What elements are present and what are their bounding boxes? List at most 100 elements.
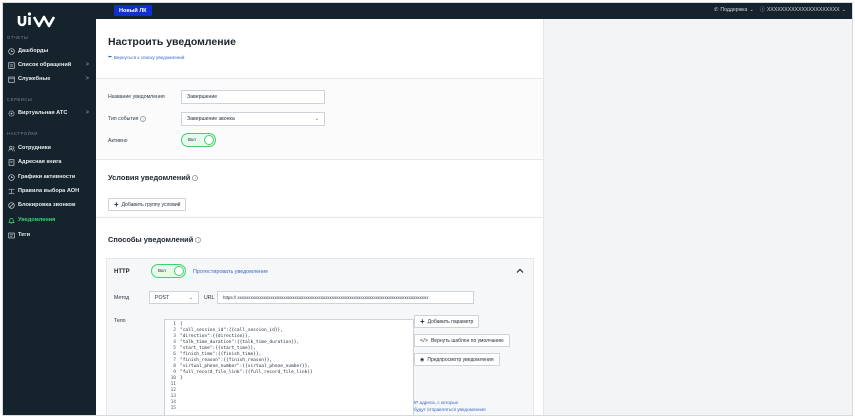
sidebar-item-service[interactable]: Служебные > [7, 74, 95, 84]
add-parameter-button[interactable]: + Добавить параметр [414, 315, 480, 328]
support-label: Поддержка [720, 6, 748, 13]
bell-icon [7, 216, 15, 224]
top-right-menu: ✆ Поддержка ⌄ ⓘ XXXXXXXXXXXXXXXXXXXXX ⌄ [714, 6, 846, 14]
code-line-number: 10 [170, 376, 176, 381]
http-method-card: HTTP Вкл Протестировать уведомление Мето… [106, 258, 534, 415]
sidebar-item-label: Служебные [18, 76, 51, 82]
account-menu[interactable]: ⓘ XXXXXXXXXXXXXXXXXXXXX ⌄ [759, 6, 846, 14]
list-icon [7, 61, 15, 69]
sidebar-item-caller-id-rules[interactable]: Правила выбора АОН [7, 186, 95, 196]
code-line: "direction":{{direction}}, [180, 334, 251, 339]
back-link-label: Вернуться к списку уведомлений [113, 54, 185, 60]
clock-icon [7, 47, 15, 55]
code-line: "virtual_phone_number":{{virtual_phone_n… [180, 364, 311, 369]
body-code-editor[interactable]: 1 {2 "call_session_id":{{call_session_id}}… [164, 319, 414, 415]
info-icon[interactable]: i [195, 236, 202, 243]
code-line-number: 3 [173, 334, 176, 339]
code-line: "call_session_id":{{call_session_id}}, [180, 328, 283, 333]
code-line: "full_record_file_link":{{full_record_fi… [180, 370, 313, 375]
sidebar-section-reports: ОТЧЕТЫ [7, 35, 29, 40]
tag-icon [7, 231, 15, 239]
sidebar-item-label: Теги [18, 232, 31, 238]
event-type-select[interactable]: Завершение звонка ⌄ [181, 112, 325, 126]
preview-notification-button[interactable]: ◉ Предпросмотр уведомления [414, 353, 500, 366]
back-link[interactable]: ⬅ Вернуться к списку уведомлений [108, 54, 184, 60]
sidebar-item-label: Дашборды [18, 48, 49, 54]
url-input[interactable]: https:// xxxxxxxxxxxxxxxxxxxxxxxxxxxxxxx… [217, 291, 474, 304]
sidebar-item-requests[interactable]: Список обращений > [7, 60, 95, 70]
eye-icon: ◉ [420, 356, 425, 363]
code-line: "finish_reason":{{finish_reason}}, [180, 358, 273, 363]
block-icon [7, 201, 15, 209]
code-line: "start_time":{{start_time}}, [180, 346, 256, 351]
ip-hint-line-1: IP адреса, с которых [414, 400, 459, 405]
new-lk-button[interactable]: Новый ЛК [114, 5, 152, 16]
event-type-label: Тип события [108, 116, 139, 122]
clock-icon [7, 173, 15, 181]
code-line-number: 9 [173, 370, 176, 375]
sidebar-item-notifications[interactable]: Уведомления [7, 215, 95, 225]
book-icon [7, 158, 15, 166]
add-condition-group-label: Добавить группу условий [121, 201, 181, 208]
uis-logo[interactable] [17, 10, 57, 30]
chevron-right-icon: > [85, 110, 89, 116]
notification-settings-panel: Настроить уведомление ⬅ Вернуться к спис… [96, 19, 544, 415]
sidebar: ОТЧЕТЫ Дашборды Список обращений > Служе… [3, 3, 96, 415]
preview-label: Предпросмотр уведомления [427, 356, 494, 363]
toggle-knob [204, 135, 214, 145]
code-line: { [180, 322, 183, 327]
ip-hint-line-2: будут отправляться уведомления [414, 407, 486, 412]
toggle-label: Вкл [188, 137, 196, 142]
code-line-number: 14 [170, 400, 176, 405]
info-icon[interactable]: i [140, 116, 147, 122]
conditions-section: Условия уведомлений i + Добавить группу … [96, 159, 543, 216]
sidebar-item-activity-schedules[interactable]: Графики активности [7, 172, 95, 182]
right-empty-area [544, 19, 852, 415]
add-condition-group-button[interactable]: + Добавить группу условий [108, 198, 187, 211]
code-line-number: 13 [170, 394, 176, 399]
code-line: "finish_time":{{finish_time}}, [180, 352, 262, 357]
active-row: Активно [108, 138, 128, 144]
sidebar-section-settings: НАСТРОЙКИ [7, 131, 38, 136]
sidebar-item-virtual-pbx[interactable]: Виртуальная АТС > [7, 108, 95, 118]
chevron-down-icon: ⌄ [841, 6, 846, 13]
ip-addresses-link[interactable]: IP адреса, с которых будут отправляться … [414, 399, 486, 413]
account-name: XXXXXXXXXXXXXXXXXXXXX [766, 6, 840, 13]
event-row: Тип события i [108, 116, 147, 122]
conditions-title: Условия уведомлений i [108, 173, 199, 182]
http-toggle[interactable]: Вкл [151, 264, 186, 278]
active-toggle[interactable]: Вкл [181, 133, 216, 147]
sidebar-section-services: СЕРВИСЫ [7, 97, 33, 102]
gear-icon [7, 109, 15, 117]
collapse-icon[interactable] [515, 266, 525, 276]
code-line-number: 5 [173, 346, 176, 351]
sidebar-item-employees[interactable]: Сотрудники [7, 143, 95, 153]
sidebar-item-dashboards[interactable]: Дашборды [7, 46, 95, 56]
sidebar-item-label: Уведомления [18, 217, 56, 223]
user-circle-icon: ⓘ [759, 7, 765, 13]
sidebar-item-call-blocking[interactable]: Блокировка звонков [7, 200, 95, 210]
code-line-number: 7 [173, 358, 176, 363]
name-row: Название уведомления [108, 94, 165, 100]
phone-icon: ✆ [713, 6, 719, 13]
code-line: "talk_time_duration":{{talk_time_duratio… [180, 340, 300, 345]
calendar-icon [7, 75, 15, 83]
name-input[interactable]: Завершение [181, 90, 325, 104]
code-line-number: 12 [170, 388, 176, 393]
reset-template-button[interactable]: </> Вернуть шаблон по умолчанию [414, 334, 510, 347]
sidebar-item-label: Список обращений [18, 62, 72, 68]
code-line-number: 15 [170, 406, 176, 411]
info-icon[interactable]: i [192, 174, 199, 181]
chevron-down-icon: ⌄ [188, 295, 193, 301]
active-label: Активно [108, 138, 128, 144]
chevron-down-icon: ⌄ [749, 6, 754, 13]
add-parameter-label: Добавить параметр [427, 318, 474, 325]
arrow-left-icon: ⬅ [108, 54, 112, 59]
toggle-knob [174, 266, 184, 276]
support-menu[interactable]: ✆ Поддержка ⌄ [714, 7, 754, 13]
test-notification-link[interactable]: Протестировать уведомление [193, 269, 268, 275]
method-select[interactable]: POST ⌄ [149, 291, 199, 304]
sidebar-item-address-book[interactable]: Адресная книга [7, 157, 95, 167]
sidebar-item-tags[interactable]: Теги [7, 230, 95, 240]
sidebar-item-label: Блокировка звонков [18, 202, 76, 208]
